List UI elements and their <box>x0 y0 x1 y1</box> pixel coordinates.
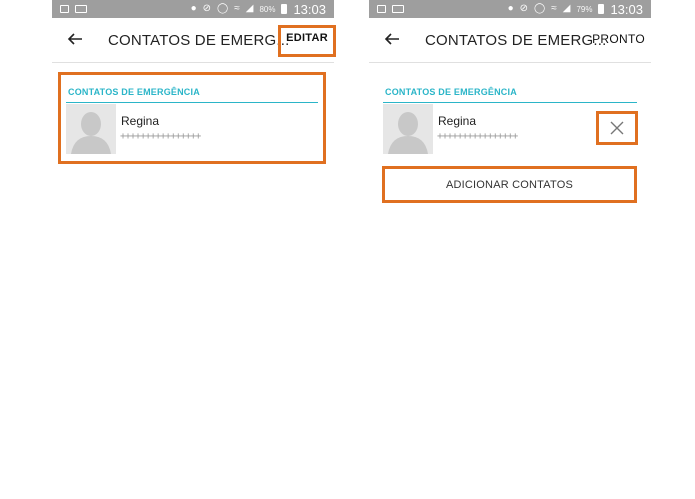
avatar <box>66 104 116 154</box>
mute-icon: ⊘ <box>202 3 212 14</box>
location-icon: ● <box>190 3 197 14</box>
section-header: CONTATOS DE EMERGÊNCIA <box>385 87 517 97</box>
app-bar: CONTATOS DE EMERG... PRONTO <box>369 18 651 63</box>
wifi-icon: ≈ <box>551 3 557 14</box>
back-arrow-icon[interactable] <box>383 30 401 48</box>
status-bar: ● ⊘ ◯ ≈ ◢ 80% 13:03 <box>52 0 334 18</box>
section-divider <box>383 102 637 103</box>
add-contacts-button[interactable]: ADICIONAR CONTATOS <box>385 169 634 200</box>
edit-button-highlight <box>278 25 336 57</box>
contact-name: Regina <box>121 114 160 128</box>
contact-name: Regina <box>438 114 477 128</box>
page-title: CONTATOS DE EMERG... <box>425 32 607 49</box>
phone-screen-edit: ● ⊘ ◯ ≈ ◢ 79% 13:03 CONTATOS DE EMERG...… <box>369 0 651 499</box>
alarm-icon: ◯ <box>217 3 229 14</box>
back-arrow-icon[interactable] <box>66 30 84 48</box>
battery-icon <box>598 4 605 14</box>
status-time: 13:03 <box>293 1 326 17</box>
section-header: CONTATOS DE EMERGÊNCIA <box>68 87 200 97</box>
page-title: CONTATOS DE EMERG... <box>108 32 290 49</box>
location-icon: ● <box>507 3 514 14</box>
contact-phone: ++++++++++++++++ <box>437 131 518 142</box>
battery-icon <box>281 4 288 14</box>
status-time: 13:03 <box>610 1 643 17</box>
voicemail-icon <box>392 5 404 13</box>
voicemail-icon <box>75 5 87 13</box>
signal-icon: ◢ <box>562 3 571 14</box>
contact-phone: ++++++++++++++++ <box>120 131 201 142</box>
section-divider <box>66 102 318 103</box>
gallery-icon <box>60 5 69 13</box>
wifi-icon: ≈ <box>234 3 240 14</box>
battery-percent: 80% <box>259 4 276 14</box>
phone-screen-view: ● ⊘ ◯ ≈ ◢ 80% 13:03 CONTATOS DE EMERG...… <box>52 0 336 499</box>
gallery-icon <box>377 5 386 13</box>
signal-icon: ◢ <box>245 3 254 14</box>
alarm-icon: ◯ <box>534 3 546 14</box>
avatar <box>383 104 433 154</box>
battery-percent: 79% <box>576 4 593 14</box>
status-bar: ● ⊘ ◯ ≈ ◢ 79% 13:03 <box>369 0 651 18</box>
close-icon[interactable] <box>607 118 627 138</box>
done-button[interactable]: PRONTO <box>592 32 645 46</box>
mute-icon: ⊘ <box>519 3 529 14</box>
